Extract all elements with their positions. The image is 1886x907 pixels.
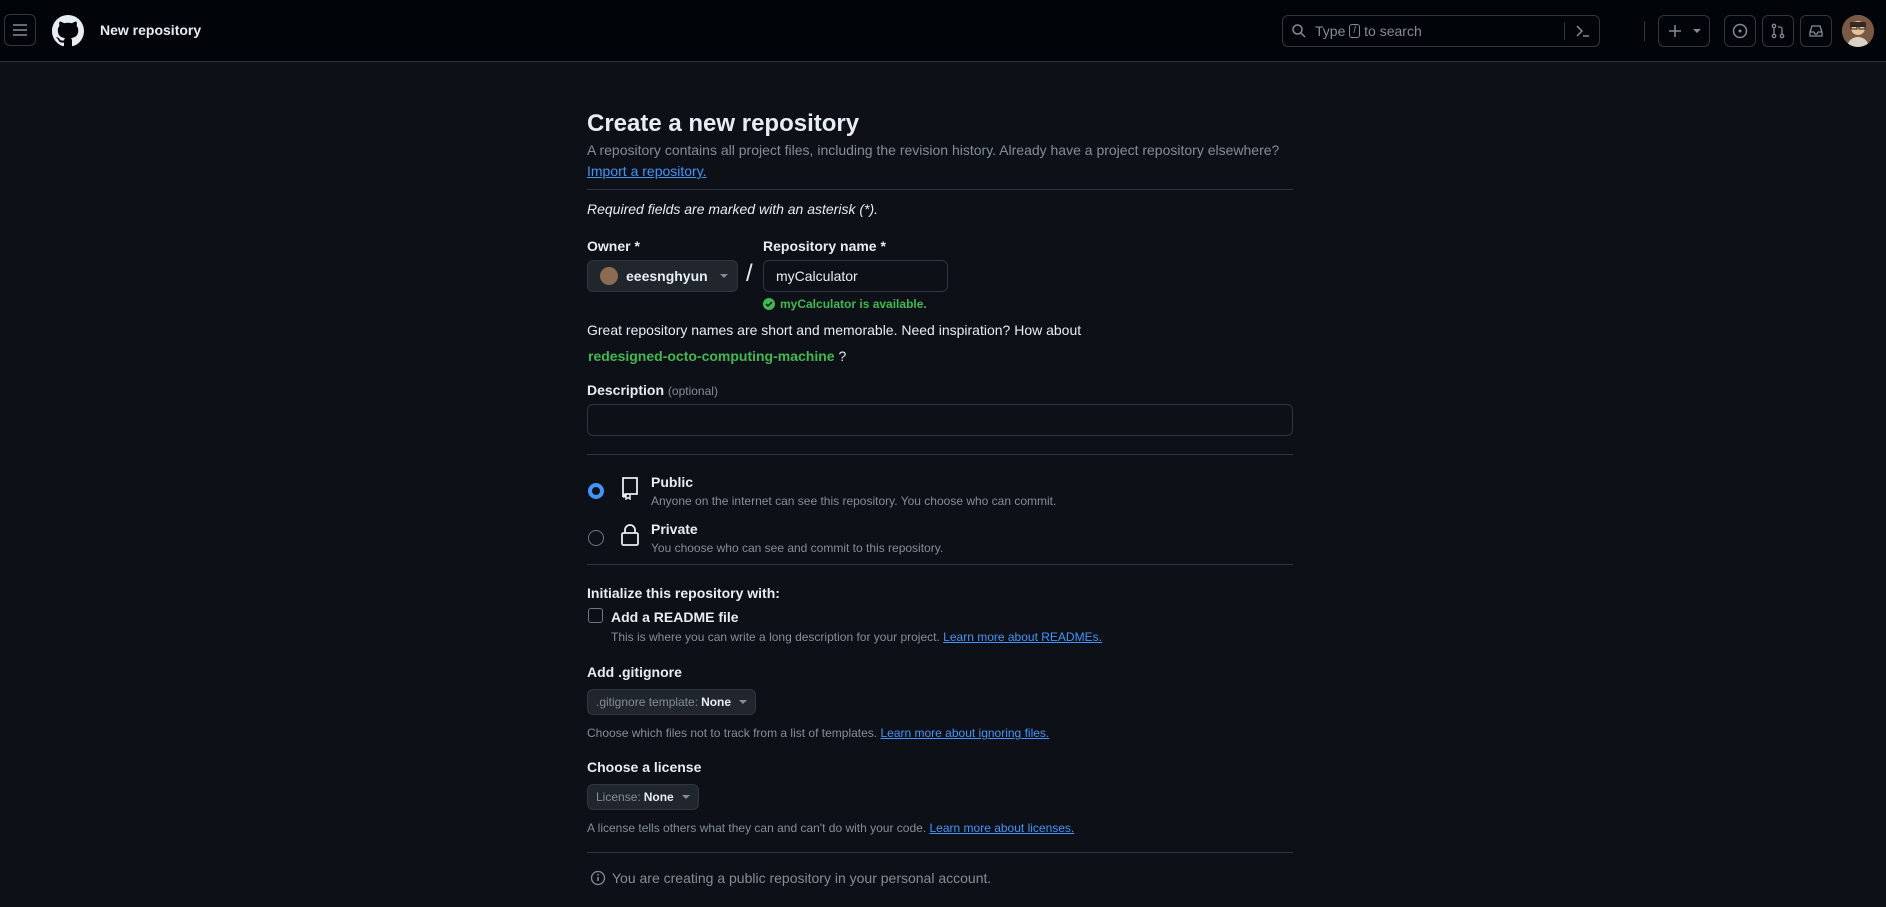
inbox-icon (1809, 25, 1823, 37)
gitignore-note: Choose which files not to track from a l… (587, 726, 1049, 740)
license-select[interactable]: License: None (587, 784, 699, 810)
private-title[interactable]: Private (651, 521, 698, 537)
pull-request-icon (1771, 23, 1785, 39)
global-header: New repository Type / to search (0, 0, 1886, 62)
optional-text: (optional) (667, 384, 718, 398)
name-suggestion: redesigned-octo-computing-machine ? (588, 348, 846, 364)
visibility-info: You are creating a public repository in … (590, 870, 991, 886)
check-circle-icon (763, 298, 775, 310)
page-description: A repository contains all project files,… (587, 142, 1280, 158)
license-note: A license tells others what they can and… (587, 821, 1074, 835)
owner-value: eeesnghyun (626, 268, 708, 284)
owner-label: Owner * (587, 238, 640, 254)
search-shortcut-key: / (1349, 24, 1361, 38)
command-palette-button[interactable] (1575, 23, 1591, 42)
chevron-down-icon (739, 700, 748, 704)
private-description: You choose who can see and commit to thi… (651, 541, 944, 555)
learn-ignoring-files-link[interactable]: Learn more about ignoring files. (880, 726, 1049, 740)
page-name[interactable]: New repository (100, 22, 201, 38)
public-radio[interactable] (588, 483, 604, 499)
public-title[interactable]: Public (651, 474, 693, 490)
inspiration-text: Great repository names are short and mem… (587, 322, 1082, 338)
suggestion-question-mark: ? (834, 348, 847, 364)
availability-status: myCalculator is available. (763, 297, 927, 311)
readme-label[interactable]: Add a README file (611, 609, 739, 625)
suggestion-link[interactable]: redesigned-octo-computing-machine (588, 348, 835, 364)
owner-select[interactable]: eeesnghyun (587, 260, 738, 292)
search-suffix: to search (1364, 23, 1422, 39)
create-new-button[interactable] (1658, 15, 1710, 47)
owner-repo-separator: / (746, 260, 753, 287)
learn-licenses-link[interactable]: Learn more about licenses. (930, 821, 1075, 835)
chevron-down-icon (681, 795, 690, 799)
description-label-text: Description (587, 382, 665, 398)
terminal-icon (1576, 25, 1589, 37)
learn-readmes-link[interactable]: Learn more about READMEs. (943, 630, 1102, 644)
gitignore-prefix: .gitignore template: (596, 695, 699, 709)
divider (587, 852, 1293, 853)
page-title: Create a new repository (587, 110, 860, 137)
repo-name-input[interactable] (763, 260, 948, 292)
search-input[interactable]: Type / to search (1282, 15, 1600, 47)
license-value: None (643, 790, 674, 804)
gitignore-select[interactable]: .gitignore template: None (587, 689, 757, 715)
search-icon (1292, 24, 1306, 38)
plus-icon (1669, 25, 1681, 37)
avatar-icon (1842, 15, 1874, 47)
initialize-label: Initialize this repository with: (587, 585, 780, 601)
license-prefix: License: (596, 790, 641, 804)
info-text: You are creating a public repository in … (612, 870, 992, 886)
readme-description-text: This is where you can write a long descr… (611, 630, 940, 644)
import-repository-link[interactable]: Import a repository. (587, 163, 707, 179)
header-divider (1644, 21, 1645, 41)
chevron-down-icon (1693, 29, 1701, 33)
gitignore-label: Add .gitignore (587, 664, 682, 680)
menu-button[interactable] (4, 14, 36, 46)
availability-text: myCalculator is available. (780, 297, 927, 311)
divider (587, 564, 1293, 565)
readme-checkbox[interactable] (588, 608, 603, 623)
owner-avatar (600, 267, 618, 285)
required-fields-note: Required fields are marked with an aster… (587, 201, 879, 217)
repo-icon (622, 477, 638, 500)
issue-icon (1732, 23, 1748, 39)
license-note-text: A license tells others what they can and… (587, 821, 927, 835)
search-prefix: Type (1315, 23, 1346, 39)
repo-name-label: Repository name * (763, 238, 886, 254)
pull-requests-button[interactable] (1762, 15, 1794, 47)
divider (587, 189, 1293, 190)
divider (587, 454, 1293, 455)
gitignore-value: None (701, 695, 732, 709)
lock-icon (621, 524, 639, 546)
user-avatar[interactable] (1842, 15, 1874, 47)
hamburger-icon (13, 24, 27, 36)
issues-button[interactable] (1724, 15, 1756, 47)
gitignore-note-text: Choose which files not to track from a l… (587, 726, 878, 740)
github-logo-icon[interactable] (52, 15, 84, 47)
info-icon (590, 870, 606, 886)
description-label: Description (optional) (587, 382, 718, 398)
private-radio[interactable] (588, 530, 604, 546)
search-divider (1564, 22, 1565, 40)
description-input[interactable] (587, 404, 1293, 436)
inbox-button[interactable] (1800, 15, 1832, 47)
readme-description: This is where you can write a long descr… (611, 630, 1102, 644)
license-label: Choose a license (587, 759, 702, 775)
public-description: Anyone on the internet can see this repo… (651, 494, 1057, 508)
chevron-down-icon (719, 274, 728, 278)
